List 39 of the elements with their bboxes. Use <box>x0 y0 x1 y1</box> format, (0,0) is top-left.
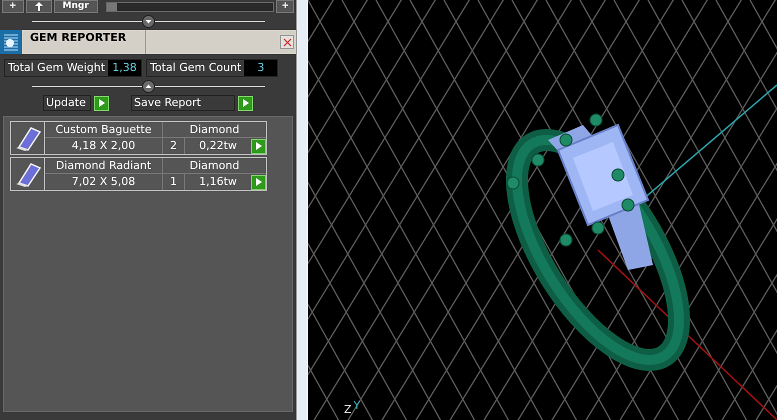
play-button[interactable] <box>251 138 266 154</box>
action-button[interactable]: Save Report <box>131 95 235 111</box>
play-button[interactable] <box>251 174 266 190</box>
gem-material: Diamond <box>188 122 240 137</box>
collapse-icon[interactable] <box>142 80 154 92</box>
axis-label: Z <box>344 402 352 418</box>
stat-value: 1,38 <box>108 60 142 76</box>
play-button[interactable] <box>238 96 253 110</box>
gem-row[interactable]: Diamond Radiant Diamond 7,02 X 5,08 1 1,16tw <box>10 157 267 191</box>
play-icon <box>242 99 248 107</box>
gem-count: 2 <box>163 138 185 154</box>
close-icon <box>282 38 292 46</box>
gem-size: 4,18 X 2,00 <box>45 138 163 154</box>
gem-material: Diamond <box>188 158 240 173</box>
play-icon <box>98 99 104 107</box>
toolbar-button[interactable]: + <box>276 0 294 13</box>
play-icon <box>256 142 262 150</box>
arrow-up-icon <box>34 2 43 11</box>
toolbar-button[interactable]: + <box>2 0 24 13</box>
gem-weight: 0,22tw <box>198 138 238 154</box>
play-button[interactable] <box>94 96 109 110</box>
gem-count: 1 <box>163 174 185 190</box>
play-icon <box>256 178 262 186</box>
stat-value: 3 <box>244 60 278 76</box>
axis-label: Y <box>354 398 360 414</box>
toolbar-button[interactable] <box>26 0 52 13</box>
gem-row[interactable]: Custom Baguette Diamond 4,18 X 2,00 2 0,22tw <box>10 121 267 155</box>
gem-weight: 1,16tw <box>198 174 238 190</box>
stat-label: Total Gem Count <box>147 60 244 76</box>
gem-name: Custom Baguette <box>45 122 163 137</box>
expand-icon[interactable] <box>142 14 154 28</box>
close-button[interactable] <box>280 35 294 49</box>
report-icon <box>2 32 20 52</box>
panel-title: GEM REPORTER <box>22 30 146 54</box>
action-button[interactable]: Update <box>43 95 91 111</box>
toolbar-button[interactable]: Mngr <box>54 0 98 13</box>
slider-thumb[interactable] <box>106 2 117 10</box>
gem-size: 7,02 X 5,08 <box>45 174 163 190</box>
gem-name: Diamond Radiant <box>45 158 163 173</box>
